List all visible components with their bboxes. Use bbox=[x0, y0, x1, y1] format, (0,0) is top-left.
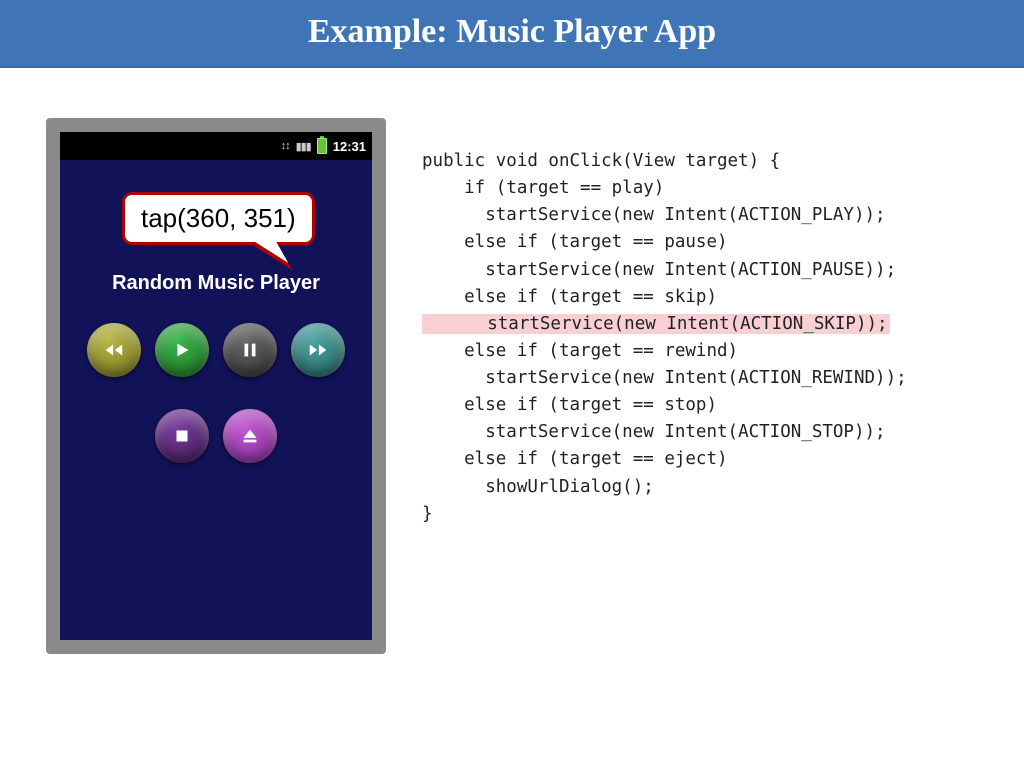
rewind-button[interactable] bbox=[87, 323, 141, 377]
code-snippet: public void onClick(View target) { if (t… bbox=[422, 118, 907, 654]
phone-screen: ↕↕ ▮▮▮ 12:31 tap(360, 351) Random Music … bbox=[60, 132, 372, 640]
player-controls-row-2 bbox=[60, 409, 372, 463]
play-icon bbox=[171, 339, 193, 361]
code-line: else if (target == rewind) bbox=[422, 341, 738, 361]
code-line: showUrlDialog(); bbox=[422, 477, 654, 497]
skip-button[interactable] bbox=[291, 323, 345, 377]
code-line: else if (target == pause) bbox=[422, 232, 728, 252]
code-line: public void onClick(View target) { bbox=[422, 151, 780, 171]
code-line: startService(new Intent(ACTION_REWIND)); bbox=[422, 368, 907, 388]
slide-content: ↕↕ ▮▮▮ 12:31 tap(360, 351) Random Music … bbox=[0, 68, 1024, 654]
player-controls-row-1 bbox=[60, 323, 372, 377]
skip-icon bbox=[307, 339, 329, 361]
pause-button[interactable] bbox=[223, 323, 277, 377]
tap-annotation-bubble: tap(360, 351) bbox=[122, 192, 315, 245]
code-line: } bbox=[422, 504, 433, 524]
signal-icon: ▮▮▮ bbox=[296, 140, 311, 153]
code-line: if (target == play) bbox=[422, 178, 664, 198]
battery-icon bbox=[317, 138, 327, 154]
code-line: else if (target == stop) bbox=[422, 395, 717, 415]
rewind-icon bbox=[103, 339, 125, 361]
pause-icon bbox=[239, 339, 261, 361]
status-clock: 12:31 bbox=[333, 139, 366, 154]
stop-icon bbox=[171, 425, 193, 447]
play-button[interactable] bbox=[155, 323, 209, 377]
eject-icon bbox=[239, 425, 261, 447]
slide-title: Example: Music Player App bbox=[0, 0, 1024, 68]
code-line: else if (target == skip) bbox=[422, 287, 717, 307]
code-line-highlighted: startService(new Intent(ACTION_SKIP)); bbox=[422, 314, 890, 334]
network-icon: ↕↕ bbox=[281, 140, 290, 152]
code-line: startService(new Intent(ACTION_PLAY)); bbox=[422, 205, 886, 225]
app-title: Random Music Player bbox=[60, 272, 372, 295]
code-line: startService(new Intent(ACTION_PAUSE)); bbox=[422, 260, 896, 280]
eject-button[interactable] bbox=[223, 409, 277, 463]
status-bar: ↕↕ ▮▮▮ 12:31 bbox=[60, 132, 372, 160]
code-line: startService(new Intent(ACTION_STOP)); bbox=[422, 422, 886, 442]
stop-button[interactable] bbox=[155, 409, 209, 463]
code-line: else if (target == eject) bbox=[422, 449, 728, 469]
phone-frame: ↕↕ ▮▮▮ 12:31 tap(360, 351) Random Music … bbox=[46, 118, 386, 654]
